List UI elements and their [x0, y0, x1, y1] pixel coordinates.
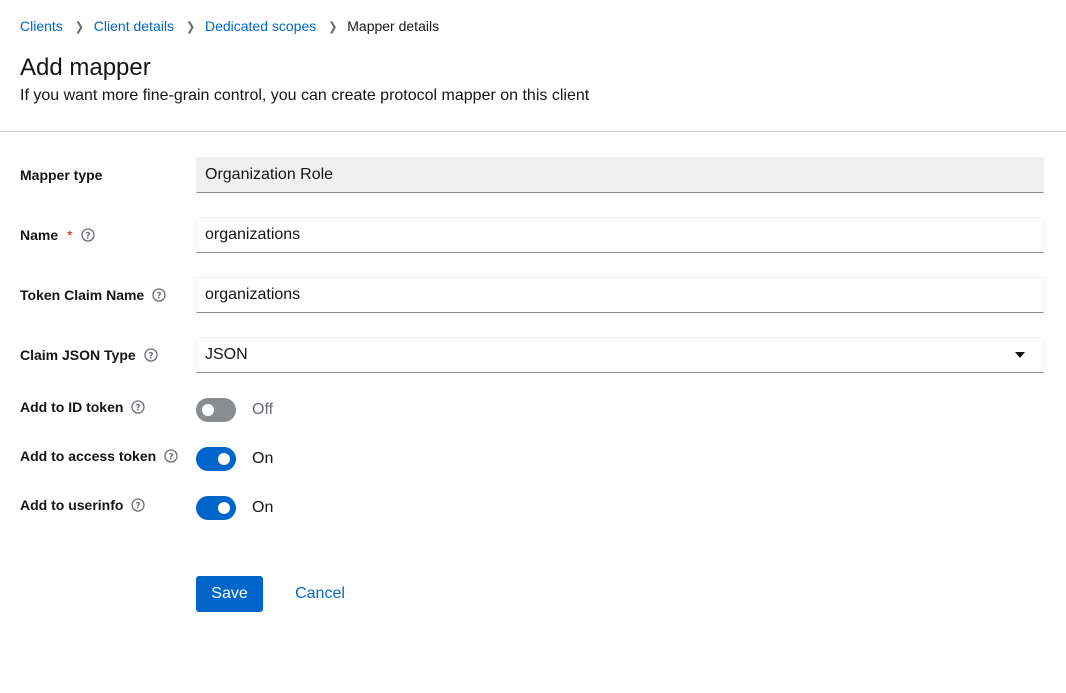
cancel-button[interactable]: Cancel: [279, 576, 361, 612]
claim-json-type-label: Claim JSON Type ?: [20, 346, 158, 364]
required-indicator: *: [67, 227, 73, 243]
add-to-id-token-toggle[interactable]: [196, 398, 236, 422]
breadcrumb-dedicated-scopes-link[interactable]: Dedicated scopes: [205, 18, 316, 34]
help-icon[interactable]: ?: [144, 348, 158, 362]
name-input-value: organizations: [205, 226, 301, 243]
help-icon[interactable]: ?: [164, 449, 178, 463]
add-to-userinfo-row: On: [196, 496, 273, 520]
name-label-text: Name: [20, 227, 59, 243]
add-to-id-token-label-text: Add to ID token: [20, 399, 124, 415]
help-icon[interactable]: ?: [131, 498, 146, 512]
help-icon[interactable]: ?: [131, 400, 146, 414]
svg-text:?: ?: [85, 231, 90, 241]
breadcrumb: Clients ❯ Client details ❯ Dedicated sco…: [20, 16, 439, 36]
add-to-userinfo-state: On: [252, 499, 274, 516]
add-to-access-token-state: On: [252, 450, 274, 467]
page-subtitle: If you want more fine-grain control, you…: [20, 87, 590, 104]
add-to-access-token-row: On: [196, 447, 273, 471]
mapper-type-field: Organization Role: [196, 157, 1044, 193]
breadcrumb-clients-link[interactable]: Clients: [20, 18, 63, 34]
help-icon[interactable]: ?: [80, 228, 95, 242]
chevron-right-icon: ❯: [328, 19, 338, 34]
mapper-type-value: Organization Role: [205, 166, 334, 183]
token-claim-name-input[interactable]: organizations: [196, 277, 1044, 313]
claim-json-type-label-text: Claim JSON Type: [20, 347, 136, 363]
toggle-knob: [218, 453, 230, 465]
svg-text:?: ?: [157, 291, 162, 301]
svg-text:?: ?: [148, 351, 153, 361]
mapper-type-label: Mapper type: [20, 166, 102, 184]
add-to-id-token-label: Add to ID token ?: [20, 398, 146, 416]
chevron-right-icon: ❯: [185, 19, 196, 34]
add-to-userinfo-label: Add to userinfo ?: [20, 496, 146, 514]
breadcrumb-client-details-link[interactable]: Client details: [94, 18, 174, 34]
mapper-type-label-text: Mapper type: [20, 167, 103, 183]
svg-text:?: ?: [136, 501, 141, 511]
claim-json-type-value: JSON: [205, 346, 248, 363]
add-to-id-token-row: Off: [196, 398, 273, 422]
toggle-knob: [218, 502, 230, 514]
add-to-userinfo-label-text: Add to userinfo: [20, 497, 124, 513]
add-to-access-token-toggle[interactable]: [196, 447, 236, 471]
caret-down-icon: [1015, 352, 1025, 358]
save-button[interactable]: Save: [196, 576, 263, 612]
header-divider: [0, 131, 1066, 132]
page-title: Add mapper: [20, 54, 151, 81]
svg-text:?: ?: [169, 452, 174, 462]
add-to-access-token-label: Add to access token ?: [20, 447, 178, 465]
toggle-knob: [202, 404, 214, 416]
chevron-right-icon: ❯: [74, 19, 85, 34]
token-claim-name-label: Token Claim Name ?: [20, 286, 166, 304]
help-icon[interactable]: ?: [152, 288, 166, 302]
add-to-userinfo-toggle[interactable]: [196, 496, 236, 520]
name-label: Name * ?: [20, 226, 95, 244]
svg-text:?: ?: [136, 403, 141, 413]
token-claim-name-label-text: Token Claim Name: [20, 287, 145, 303]
add-to-id-token-state: Off: [252, 401, 274, 418]
add-to-access-token-label-text: Add to access token: [20, 448, 157, 464]
name-input[interactable]: organizations: [196, 217, 1044, 253]
claim-json-type-select[interactable]: JSON: [196, 337, 1044, 373]
token-claim-name-value: organizations: [205, 286, 301, 303]
breadcrumb-current: Mapper details: [347, 18, 440, 34]
